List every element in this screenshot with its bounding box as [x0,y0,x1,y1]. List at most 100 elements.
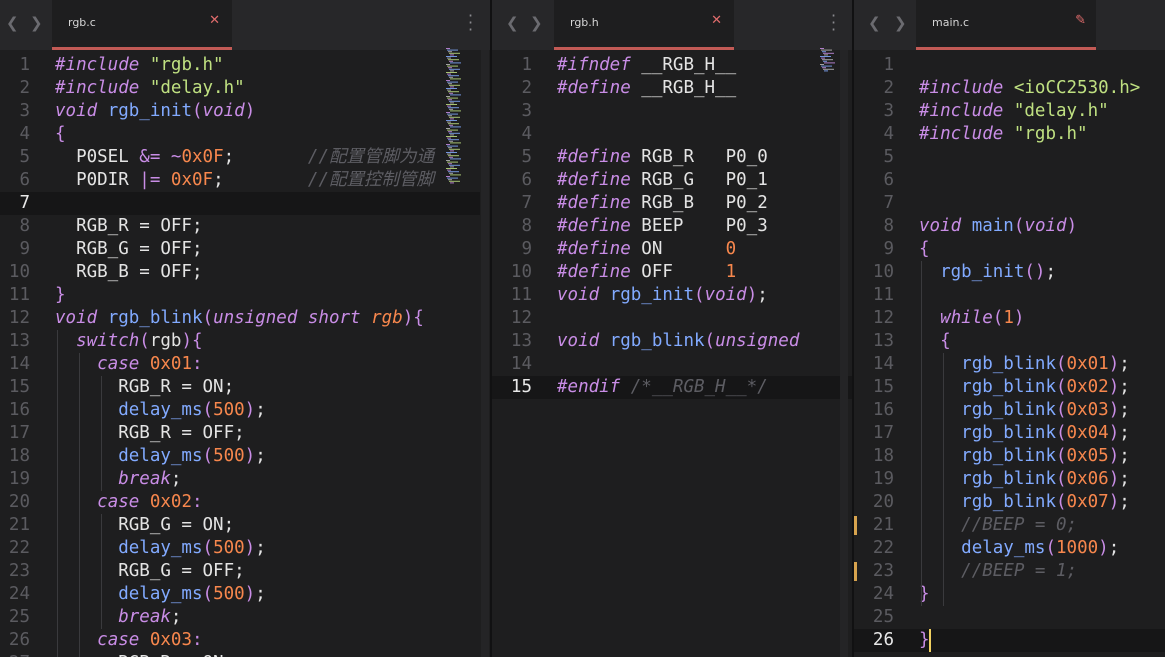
line-number: 13 [8,331,30,351]
more-vertical-icon[interactable]: · · · [831,8,836,38]
token: ) [1066,216,1078,236]
token: ) [244,400,256,420]
minimap-line [820,48,824,49]
line-number: 12 [510,308,532,328]
minimap-line [450,126,461,128]
minimap-line [822,67,826,69]
line-number: 8 [883,216,894,236]
minimap-line [448,147,452,149]
token: #define [557,170,631,190]
close-icon[interactable]: ✕ [711,13,722,28]
minimap-line [448,75,459,77]
chevron-right-icon[interactable]: ❯ [530,14,543,32]
scrollbar[interactable] [481,50,489,657]
code-line: #define __RGB_H__ [557,77,736,100]
more-vertical-icon[interactable]: · · · [468,8,473,38]
minimap-line [448,51,452,53]
minimap-line [446,96,450,97]
token: ( [202,400,214,420]
editor-pane-main-c: ❮ ❯ main.c ✎ 1 2 #include <ioCC2530.h> 3 #in… [854,0,1165,657]
token: : [192,630,203,650]
minimap-line [449,180,460,182]
token: 0x02 [149,492,193,512]
minimap-line [446,80,450,81]
line-number: 2 [883,78,894,98]
pencil-icon[interactable]: ✎ [1075,13,1086,28]
indent-guide [101,376,102,491]
minimap-line [824,70,828,72]
token: ; [213,170,308,190]
token: : [192,492,203,512]
minimap-line [446,48,450,49]
tab-bar: ❮ ❯ main.c ✎ [854,0,1165,50]
line-number: 1 [19,55,30,75]
line-number: 27 [0,652,30,657]
tab-main-c[interactable]: main.c ✎ [916,0,1096,50]
code-line: #define RGB_G P0_1 [557,169,768,192]
token: main [971,216,1014,236]
line-number: 15 [872,377,894,397]
token: #define [557,147,631,167]
chevron-left-icon[interactable]: ❮ [6,14,19,32]
chevron-right-icon[interactable]: ❯ [30,14,43,32]
tab-rgb-h[interactable]: rgb.h ✕ [554,0,734,50]
line-number: 10 [872,262,894,282]
code-line: void rgb_init(void); [557,284,768,307]
line-number: 5 [19,147,30,167]
token: RGB_B P0_2 [630,193,768,213]
token: delay_ms [961,538,1046,558]
token: ( [202,584,214,604]
token: ){ [402,308,424,328]
token: void [557,331,600,351]
code-line: P0DIR |= 0x0F; //配置控制管脚 [55,169,434,192]
code-line: RGB_R = ON; [55,376,234,399]
token: ) [244,446,256,466]
token: ) [1108,400,1120,420]
scrollbar[interactable] [840,50,848,657]
minimap[interactable] [444,48,470,188]
current-line-highlight [0,192,480,215]
current-line-highlight [854,629,1165,652]
token: RGB_R = OFF; [55,423,245,443]
line-number: 10 [8,262,30,282]
code-line: case 0x02: [55,491,203,514]
token: OFF [630,262,726,282]
chevron-left-icon[interactable]: ❮ [506,14,519,32]
line-number: 11 [8,285,30,305]
line-number: 14 [510,354,532,374]
minimap-line [446,168,457,169]
token: P0DIR [55,170,140,190]
chevron-right-icon[interactable]: ❯ [894,14,907,32]
line-number: 8 [521,216,532,236]
tab-rgb-c[interactable]: rgb.c ✕ [52,0,232,50]
token: ; [170,607,182,627]
minimap-line [446,72,457,73]
minimap-line [448,163,452,165]
chevron-left-icon[interactable]: ❮ [868,14,881,32]
token: delay_ms [118,538,203,558]
minimap-line [449,84,460,86]
token: 1 [725,262,737,282]
close-icon[interactable]: ✕ [209,13,220,28]
code-line: P0SEL &= ~0x0F; //配置管脚为通 [55,146,434,169]
line-number: 11 [510,285,532,305]
minimap-line [450,54,454,56]
token: ( [704,331,716,351]
minimap-line [448,91,459,93]
line-number: 2 [19,78,30,98]
minimap[interactable] [818,48,838,74]
token: RGB_R = OFF; [55,216,203,236]
indent-guide [57,330,58,657]
token: rgb [371,308,403,328]
minimap-line [448,139,459,141]
token: ) [244,101,256,121]
line-number: 13 [872,331,894,351]
minimap-line [822,51,826,53]
minimap-line [446,104,457,105]
